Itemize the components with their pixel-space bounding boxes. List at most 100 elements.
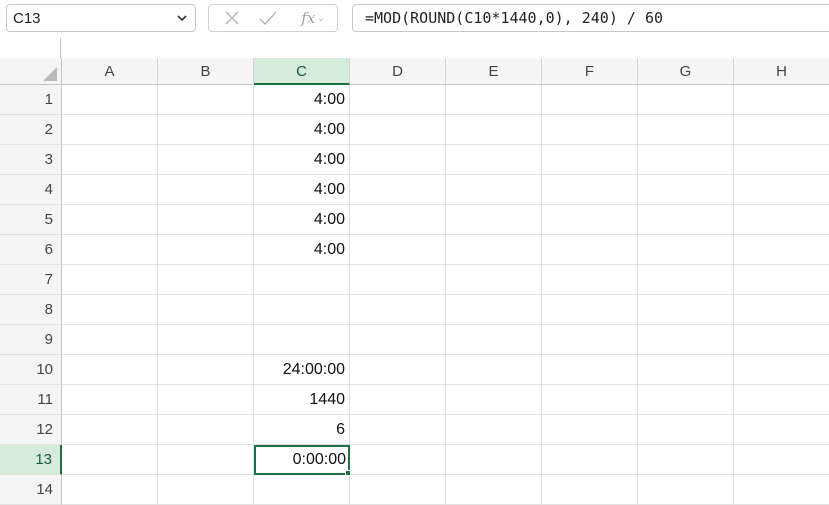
cell-b2[interactable] xyxy=(158,115,254,145)
cell-a1[interactable] xyxy=(62,85,158,115)
cell-h9[interactable] xyxy=(734,325,829,355)
cell-f10[interactable] xyxy=(542,355,638,385)
cell-a11[interactable] xyxy=(62,385,158,415)
cell-d6[interactable] xyxy=(350,235,446,265)
cell-e14[interactable] xyxy=(446,475,542,505)
cell-h3[interactable] xyxy=(734,145,829,175)
cell-a14[interactable] xyxy=(62,475,158,505)
cell-c1[interactable]: 4:00 xyxy=(254,85,350,115)
cell-f3[interactable] xyxy=(542,145,638,175)
cell-b13[interactable] xyxy=(158,445,254,475)
cell-e8[interactable] xyxy=(446,295,542,325)
row-header-8[interactable]: 8 xyxy=(0,295,62,325)
cell-d10[interactable] xyxy=(350,355,446,385)
cell-b3[interactable] xyxy=(158,145,254,175)
row-header-1[interactable]: 1 xyxy=(0,85,62,115)
cell-e12[interactable] xyxy=(446,415,542,445)
cell-g10[interactable] xyxy=(638,355,734,385)
column-header-f[interactable]: F xyxy=(542,58,638,85)
cell-c13[interactable]: 0:00:00 xyxy=(254,445,350,475)
cell-h5[interactable] xyxy=(734,205,829,235)
cell-b12[interactable] xyxy=(158,415,254,445)
cell-e11[interactable] xyxy=(446,385,542,415)
row-header-9[interactable]: 9 xyxy=(0,325,62,355)
cell-b11[interactable] xyxy=(158,385,254,415)
cell-h12[interactable] xyxy=(734,415,829,445)
column-header-e[interactable]: E xyxy=(446,58,542,85)
cell-c6[interactable]: 4:00 xyxy=(254,235,350,265)
cell-f8[interactable] xyxy=(542,295,638,325)
cell-g6[interactable] xyxy=(638,235,734,265)
cell-c8[interactable] xyxy=(254,295,350,325)
cell-b10[interactable] xyxy=(158,355,254,385)
row-header-2[interactable]: 2 xyxy=(0,115,62,145)
cell-g3[interactable] xyxy=(638,145,734,175)
cell-b8[interactable] xyxy=(158,295,254,325)
cell-d9[interactable] xyxy=(350,325,446,355)
cell-b5[interactable] xyxy=(158,205,254,235)
row-header-10[interactable]: 10 xyxy=(0,355,62,385)
column-header-c[interactable]: C xyxy=(254,58,350,85)
cell-f14[interactable] xyxy=(542,475,638,505)
cell-g2[interactable] xyxy=(638,115,734,145)
cell-e2[interactable] xyxy=(446,115,542,145)
cell-b9[interactable] xyxy=(158,325,254,355)
formula-bar-splitter[interactable] xyxy=(60,38,61,58)
cell-c14[interactable] xyxy=(254,475,350,505)
cell-a10[interactable] xyxy=(62,355,158,385)
cancel-button[interactable] xyxy=(217,5,247,31)
cell-h8[interactable] xyxy=(734,295,829,325)
cell-a6[interactable] xyxy=(62,235,158,265)
cell-h1[interactable] xyxy=(734,85,829,115)
cell-c9[interactable] xyxy=(254,325,350,355)
cell-e7[interactable] xyxy=(446,265,542,295)
column-header-h[interactable]: H xyxy=(734,58,829,85)
cell-c10[interactable]: 24:00:00 xyxy=(254,355,350,385)
cell-f7[interactable] xyxy=(542,265,638,295)
cell-e10[interactable] xyxy=(446,355,542,385)
row-header-11[interactable]: 11 xyxy=(0,385,62,415)
cell-d12[interactable] xyxy=(350,415,446,445)
cell-g1[interactable] xyxy=(638,85,734,115)
cell-g9[interactable] xyxy=(638,325,734,355)
row-header-7[interactable]: 7 xyxy=(0,265,62,295)
cell-c11[interactable]: 1440 xyxy=(254,385,350,415)
cell-h2[interactable] xyxy=(734,115,829,145)
cell-a8[interactable] xyxy=(62,295,158,325)
insert-function-button[interactable]: fx ⌄ xyxy=(293,5,333,31)
row-header-5[interactable]: 5 xyxy=(0,205,62,235)
row-header-12[interactable]: 12 xyxy=(0,415,62,445)
cell-d5[interactable] xyxy=(350,205,446,235)
cell-e13[interactable] xyxy=(446,445,542,475)
cell-f1[interactable] xyxy=(542,85,638,115)
cell-b7[interactable] xyxy=(158,265,254,295)
cell-e5[interactable] xyxy=(446,205,542,235)
column-header-g[interactable]: G xyxy=(638,58,734,85)
cell-c5[interactable]: 4:00 xyxy=(254,205,350,235)
cell-g7[interactable] xyxy=(638,265,734,295)
cell-a2[interactable] xyxy=(62,115,158,145)
cell-a7[interactable] xyxy=(62,265,158,295)
row-header-6[interactable]: 6 xyxy=(0,235,62,265)
cell-h4[interactable] xyxy=(734,175,829,205)
cell-b4[interactable] xyxy=(158,175,254,205)
cell-g14[interactable] xyxy=(638,475,734,505)
row-header-3[interactable]: 3 xyxy=(0,145,62,175)
cell-e4[interactable] xyxy=(446,175,542,205)
cell-a13[interactable] xyxy=(62,445,158,475)
row-header-4[interactable]: 4 xyxy=(0,175,62,205)
cell-g12[interactable] xyxy=(638,415,734,445)
cell-a12[interactable] xyxy=(62,415,158,445)
cell-c2[interactable]: 4:00 xyxy=(254,115,350,145)
cell-a3[interactable] xyxy=(62,145,158,175)
cell-c7[interactable] xyxy=(254,265,350,295)
row-header-14[interactable]: 14 xyxy=(0,475,62,505)
chevron-down-icon[interactable] xyxy=(175,11,189,25)
cell-g11[interactable] xyxy=(638,385,734,415)
cell-b14[interactable] xyxy=(158,475,254,505)
cell-f11[interactable] xyxy=(542,385,638,415)
cell-f4[interactable] xyxy=(542,175,638,205)
cell-c3[interactable]: 4:00 xyxy=(254,145,350,175)
cell-d11[interactable] xyxy=(350,385,446,415)
cell-f9[interactable] xyxy=(542,325,638,355)
